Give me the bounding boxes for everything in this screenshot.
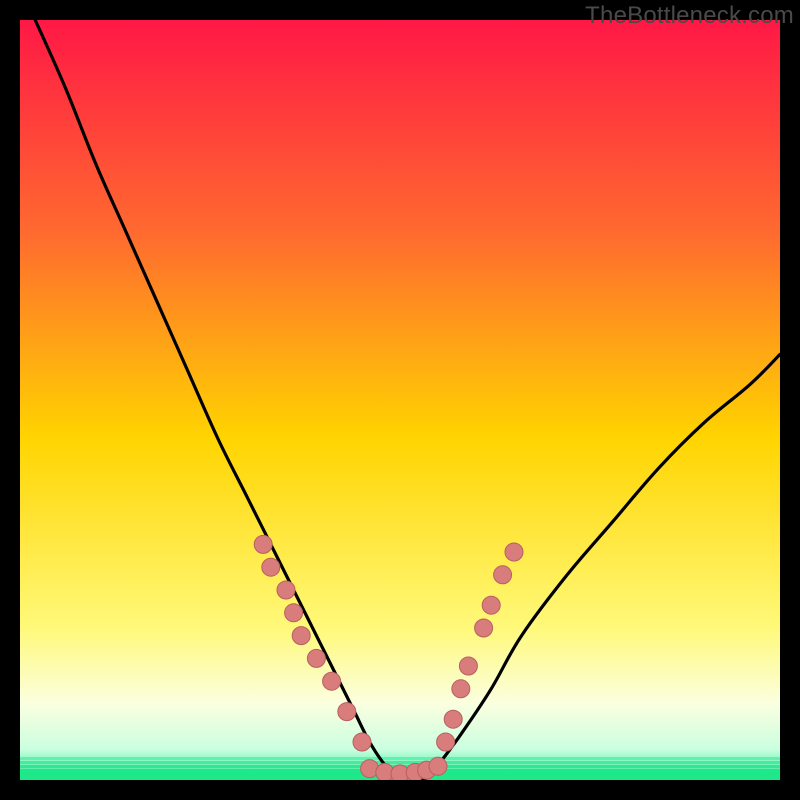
band-line <box>20 757 780 760</box>
data-point <box>459 657 477 675</box>
data-point <box>277 581 295 599</box>
data-point <box>505 543 523 561</box>
band-line <box>20 761 780 764</box>
bottleneck-chart <box>20 20 780 780</box>
data-point <box>429 757 447 775</box>
gradient-background <box>20 20 780 780</box>
data-point <box>292 627 310 645</box>
data-point <box>444 710 462 728</box>
data-point <box>475 619 493 637</box>
data-point <box>437 733 455 751</box>
data-point <box>285 604 303 622</box>
chart-svg <box>20 20 780 780</box>
data-point <box>262 558 280 576</box>
data-point <box>482 596 500 614</box>
data-point <box>323 672 341 690</box>
watermark-text: TheBottleneck.com <box>585 2 794 30</box>
data-point <box>452 680 470 698</box>
data-point <box>307 649 325 667</box>
data-point <box>353 733 371 751</box>
data-point <box>254 535 272 553</box>
data-point <box>494 566 512 584</box>
data-point <box>338 703 356 721</box>
